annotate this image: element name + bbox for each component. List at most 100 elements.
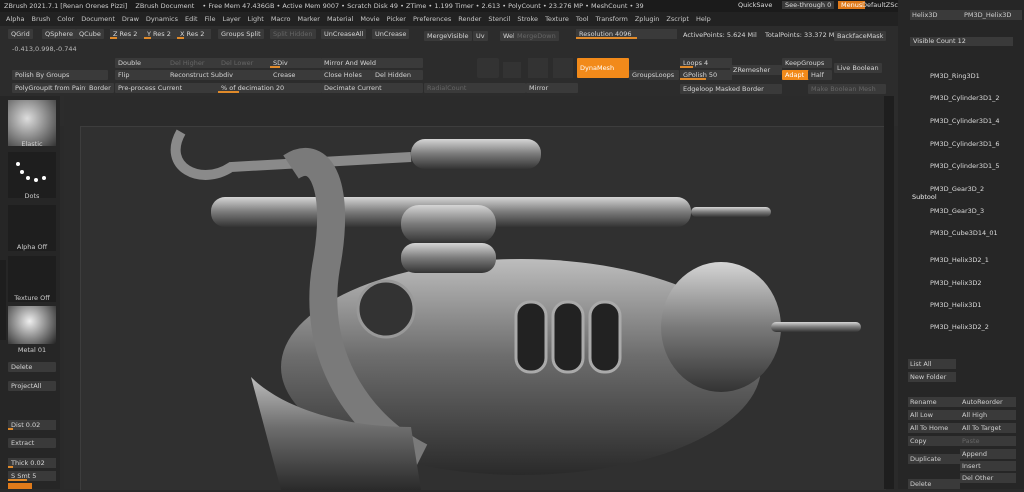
left-collapse-handle[interactable] bbox=[0, 260, 6, 340]
subtool-item[interactable]: PM3D_Ring3D1 bbox=[918, 58, 998, 80]
dist-slider[interactable]: Dist 0.02 bbox=[8, 420, 56, 430]
del-hidden-button[interactable]: Del Hidden bbox=[372, 70, 423, 80]
right-collapse-handle[interactable] bbox=[884, 96, 894, 489]
split-hidden-button[interactable]: Split Hidden bbox=[270, 29, 316, 39]
x-res-slider[interactable]: X Res 2 bbox=[177, 29, 211, 39]
qgrid-button[interactable]: QGrid bbox=[8, 29, 33, 39]
menu-zscript[interactable]: Zscript bbox=[666, 15, 689, 23]
del-higher-button[interactable]: Del Higher bbox=[167, 58, 221, 68]
new-folder-button[interactable]: New Folder bbox=[908, 372, 956, 382]
polygroupit-button[interactable]: PolyGroupIt from Paint bbox=[12, 83, 88, 93]
groups-split-button[interactable]: Groups Split bbox=[218, 29, 264, 39]
menu-material[interactable]: Material bbox=[327, 15, 353, 23]
crease-button[interactable]: Crease bbox=[270, 70, 321, 80]
menu-layer[interactable]: Layer bbox=[222, 15, 240, 23]
loops-slider[interactable]: Loops 4 bbox=[680, 58, 732, 68]
material-icon[interactable] bbox=[8, 306, 56, 344]
spivot-icon[interactable] bbox=[553, 58, 573, 78]
make-boolean-mesh-button[interactable]: Make Boolean Mesh bbox=[808, 84, 886, 94]
quicksave-button[interactable]: QuickSave bbox=[738, 1, 772, 9]
duplicate-button[interactable]: Duplicate bbox=[908, 454, 960, 464]
transp-icon[interactable] bbox=[503, 62, 521, 78]
dynamesh-icon[interactable] bbox=[477, 58, 499, 78]
double-button[interactable]: Double bbox=[115, 58, 169, 68]
menu-draw[interactable]: Draw bbox=[122, 15, 139, 23]
menu-help[interactable]: Help bbox=[696, 15, 711, 23]
merge-down-button[interactable]: MergeDown bbox=[514, 31, 559, 41]
mirror-button[interactable]: Mirror bbox=[526, 83, 578, 93]
append-button[interactable]: Append bbox=[960, 449, 1016, 459]
menu-texture[interactable]: Texture bbox=[545, 15, 569, 23]
all-to-target-button[interactable]: All To Target bbox=[960, 423, 1016, 433]
menu-brush[interactable]: Brush bbox=[31, 15, 50, 23]
uncrease-all-button[interactable]: UnCreaseAll bbox=[321, 29, 367, 39]
flip-button[interactable]: Flip bbox=[115, 70, 169, 80]
sdiv-slider[interactable]: SDiv bbox=[270, 58, 321, 68]
merge-visible-button[interactable]: MergeVisible bbox=[424, 31, 472, 41]
uv-button[interactable]: Uv bbox=[473, 31, 488, 41]
reconstruct-subdiv-button[interactable]: Reconstruct Subdiv bbox=[167, 70, 271, 80]
menu-picker[interactable]: Picker bbox=[387, 15, 406, 23]
dynamesh-button[interactable]: DynaMesh bbox=[577, 58, 629, 78]
menu-stroke[interactable]: Stroke bbox=[517, 15, 538, 23]
resolution-slider[interactable]: Resolution 4096 bbox=[576, 29, 677, 39]
y-res-slider[interactable]: Y Res 2 bbox=[144, 29, 178, 39]
subtool-item[interactable]: PM3D_Helix3D2_2 bbox=[918, 309, 998, 331]
border-button[interactable]: Border bbox=[86, 83, 114, 93]
document-viewport[interactable] bbox=[80, 126, 886, 490]
thick-slider[interactable]: Thick 0.02 bbox=[8, 458, 56, 468]
all-high-button[interactable]: All High bbox=[960, 410, 1016, 420]
menu-alpha[interactable]: Alpha bbox=[6, 15, 24, 23]
subtool-item[interactable]: PM3D_Cylinder3D1_6 bbox=[918, 126, 1000, 148]
project-all-button[interactable]: ProjectAll bbox=[8, 381, 56, 391]
subtool-item[interactable]: PM3D_Cylinder3D1_5 bbox=[918, 148, 1000, 170]
uncrease-button[interactable]: UnCrease bbox=[372, 29, 410, 39]
menu-document[interactable]: Document bbox=[81, 15, 115, 23]
menu-movie[interactable]: Movie bbox=[360, 15, 379, 23]
rename-button[interactable]: Rename bbox=[908, 397, 960, 407]
subtool-item[interactable]: PM3D_Cylinder3D1_4 bbox=[918, 103, 1000, 125]
delete-subtool-button[interactable]: Delete bbox=[908, 479, 960, 489]
live-boolean-button[interactable]: Live Boolean bbox=[834, 63, 882, 73]
del-lower-button[interactable]: Del Lower bbox=[218, 58, 272, 68]
insert-button[interactable]: Insert bbox=[960, 461, 1016, 471]
subtool-item[interactable]: PM3D_Gear3D_2 bbox=[918, 171, 998, 193]
preprocess-current-button[interactable]: Pre-process Current bbox=[115, 83, 221, 93]
menu-marker[interactable]: Marker bbox=[297, 15, 319, 23]
menu-preferences[interactable]: Preferences bbox=[413, 15, 451, 23]
adapt-button[interactable]: Adapt bbox=[782, 70, 810, 80]
subtool-item[interactable]: PM3D_Cube3D14_01 bbox=[918, 215, 998, 237]
menu-render[interactable]: Render bbox=[458, 15, 481, 23]
menu-transform[interactable]: Transform bbox=[596, 15, 628, 23]
subtool-item[interactable]: PM3D_Cylinder3D1_2 bbox=[918, 80, 1000, 102]
see-through-slider[interactable]: See-through 0 bbox=[782, 1, 835, 9]
gpolish-slider[interactable]: GPolish 50 bbox=[680, 70, 732, 80]
menu-zplugin[interactable]: Zplugin bbox=[635, 15, 660, 23]
half-button[interactable]: Half bbox=[808, 70, 832, 80]
del-other-button[interactable]: Del Other bbox=[960, 473, 1016, 483]
autoreorder-button[interactable]: AutoReorder bbox=[960, 397, 1016, 407]
decimation-slider[interactable]: % of decimation 20 bbox=[218, 83, 321, 93]
decimate-current-button[interactable]: Decimate Current bbox=[321, 83, 423, 93]
menu-color[interactable]: Color bbox=[57, 15, 74, 23]
menu-dynamics[interactable]: Dynamics bbox=[146, 15, 178, 23]
edgeloop-masked-border-button[interactable]: Edgeloop Masked Border bbox=[680, 84, 782, 94]
subtool-item[interactable]: PM3D_Helix3D1 bbox=[918, 287, 998, 309]
copy-button[interactable]: Copy bbox=[908, 436, 960, 446]
zremesher-button[interactable]: ZRemesher bbox=[730, 65, 782, 75]
backface-mask-button[interactable]: BackfaceMask bbox=[834, 31, 887, 41]
menu-edit[interactable]: Edit bbox=[185, 15, 198, 23]
extract-button[interactable]: Extract bbox=[8, 438, 56, 448]
radial-count-slider[interactable]: RadialCount bbox=[424, 83, 526, 93]
paste-button[interactable]: Paste bbox=[960, 436, 1016, 446]
menu-tool[interactable]: Tool bbox=[576, 15, 589, 23]
z-res-slider[interactable]: Z Res 2 bbox=[110, 29, 144, 39]
subtool-item[interactable]: PM3D_Helix3D2_1 bbox=[918, 242, 998, 264]
menu-macro[interactable]: Macro bbox=[271, 15, 291, 23]
subtool-item[interactable]: PM3D_Helix3D2 bbox=[918, 265, 998, 287]
keep-groups-button[interactable]: KeepGroups bbox=[782, 58, 832, 68]
s-smt-slider[interactable]: S Smt 5 bbox=[8, 471, 56, 481]
mirror-and-weld-button[interactable]: Mirror And Weld bbox=[321, 58, 423, 68]
qsphere-button[interactable]: QSphere bbox=[42, 29, 77, 39]
delete-button[interactable]: Delete bbox=[8, 362, 56, 372]
